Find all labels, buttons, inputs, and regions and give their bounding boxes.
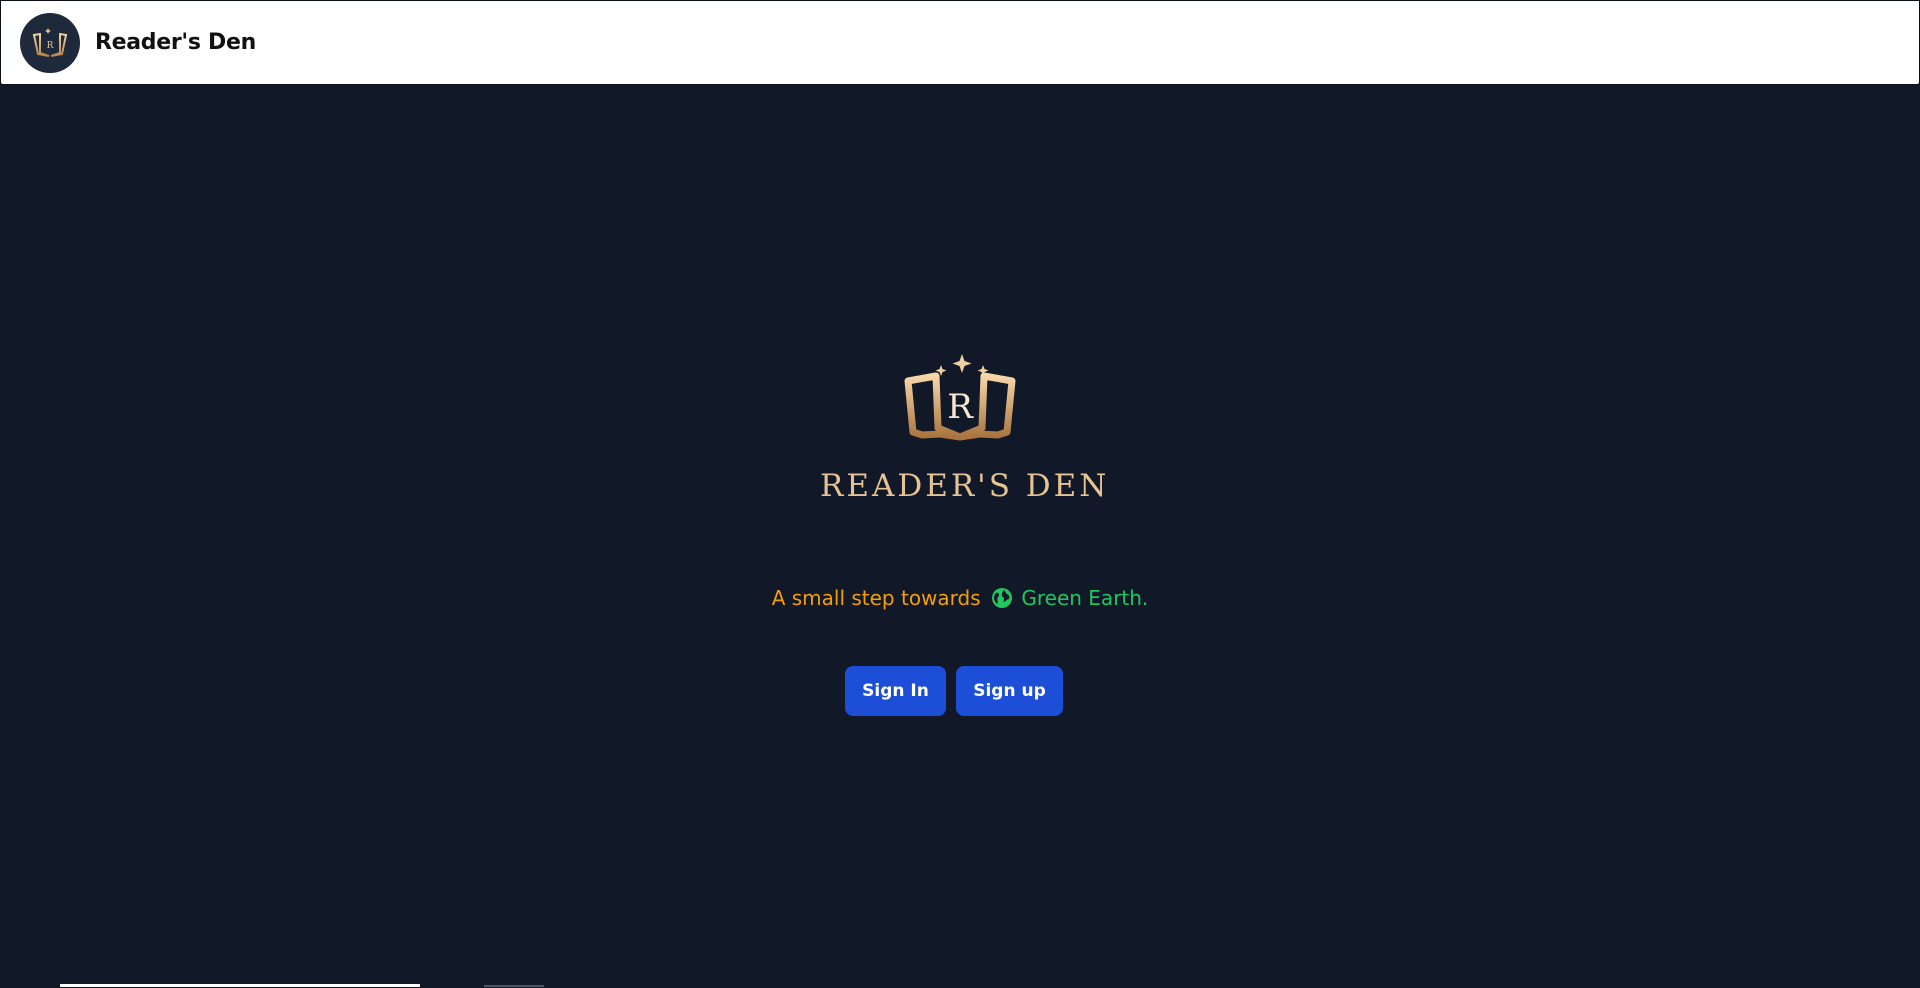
globe-icon (992, 588, 1013, 608)
tagline-highlight: Green Earth. (1021, 586, 1149, 610)
horizontal-scrollbar-thumb[interactable] (60, 984, 420, 987)
star-icon (952, 354, 972, 373)
auth-buttons: Sign In Sign up (845, 666, 1063, 716)
open-book-icon: R (32, 27, 68, 57)
landing-main: R READER'S DEN A small step towards Gree… (0, 84, 1920, 988)
logo-letter: R (947, 387, 974, 427)
hero-logo: R READER'S DEN (820, 342, 1110, 512)
tagline: A small step towards Green Earth. (0, 586, 1920, 610)
sign-in-button[interactable]: Sign In (845, 666, 946, 716)
avatar-letter: R (47, 41, 54, 51)
navbar: R Reader's Den (0, 0, 1920, 85)
tagline-prefix: A small step towards (771, 586, 981, 610)
brand-logo-avatar[interactable]: R (20, 12, 80, 73)
brand-title[interactable]: Reader's Den (95, 30, 256, 55)
logo-wordmark: READER'S DEN (820, 468, 1110, 504)
open-book-icon: R (904, 354, 1016, 441)
horizontal-scrollbar-marker (484, 985, 544, 987)
sign-up-button[interactable]: Sign up (956, 666, 1063, 716)
